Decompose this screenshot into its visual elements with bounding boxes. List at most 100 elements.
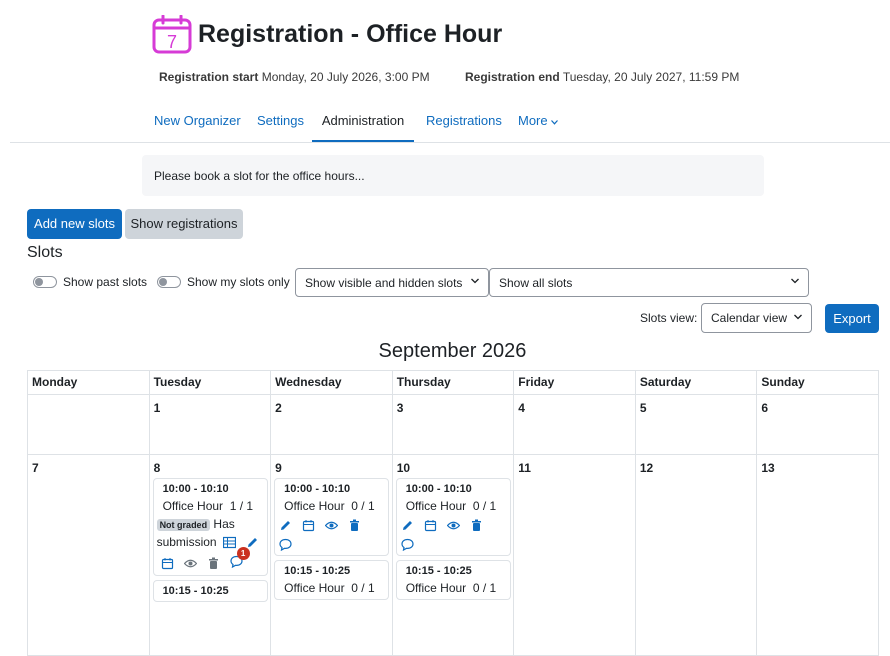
chevron-down-icon xyxy=(791,278,799,284)
tab-administration[interactable]: Administration xyxy=(312,104,414,142)
day-number: 11 xyxy=(518,461,531,475)
visibility-select[interactable]: Show visible and hidden slots xyxy=(295,268,489,297)
day-header-sunday: Sunday xyxy=(756,370,879,395)
not-graded-badge: Not graded xyxy=(156,519,211,531)
chevron-down-icon xyxy=(471,278,479,284)
slot-filter-select-value: Show all slots xyxy=(499,276,573,290)
calendar-header-row: Monday Tuesday Wednesday Thursday Friday… xyxy=(27,370,879,395)
calendar-day-cell: 12 xyxy=(634,454,758,656)
eye-icon[interactable] xyxy=(183,557,197,570)
slot-name: Office Hour xyxy=(284,581,345,595)
day-header-friday: Friday xyxy=(513,370,636,395)
slot-count: 0 / 1 xyxy=(472,499,497,513)
show-registrations-button[interactable]: Show registrations xyxy=(125,209,243,239)
calendar-table: Monday Tuesday Wednesday Thursday Friday… xyxy=(27,370,879,656)
slot-actions: 1 xyxy=(161,547,267,571)
slot-time: 10:00 - 10:10 xyxy=(405,483,472,495)
slot-info: Office Hour 0 / 1 xyxy=(284,499,388,513)
registration-end: Registration end Tuesday, 20 July 2027, … xyxy=(465,70,739,84)
edit-icon[interactable] xyxy=(401,519,414,532)
visibility-select-value: Show visible and hidden slots xyxy=(305,276,463,290)
tab-new-organizer[interactable]: New Organizer xyxy=(154,104,241,142)
slots-view-select-value: Calendar view xyxy=(711,311,788,325)
slot-info: Office Hour 1 / 1 xyxy=(163,499,267,513)
slot-grade: Not graded Has xyxy=(156,517,267,531)
slot-info: Office Hour 0 / 1 xyxy=(284,581,388,595)
registration-start: Registration start Monday, 20 July 2026,… xyxy=(159,70,430,84)
calendar-day-cell: 7 xyxy=(27,454,150,656)
show-my-slots-label: Show my slots only xyxy=(187,275,290,289)
eye-icon[interactable] xyxy=(446,519,460,532)
slot-name: Office Hour xyxy=(405,581,467,595)
slot-actions xyxy=(401,519,510,532)
day-number: 5 xyxy=(639,401,647,415)
slot-count: 0 / 1 xyxy=(351,499,375,513)
slot-time: 10:15 - 10:25 xyxy=(405,565,472,577)
submission-row: submission xyxy=(157,535,267,549)
comment-icon[interactable] xyxy=(279,538,292,551)
chevron-down-icon xyxy=(551,120,559,125)
calendar-week-row: 7 8 10:00 - 10:10 Office Hour 1 / 1 Not … xyxy=(27,454,879,656)
calendar-icon[interactable] xyxy=(424,519,437,532)
tabs-divider xyxy=(10,142,890,143)
registration-end-label: Registration end xyxy=(465,70,560,84)
edit-icon[interactable] xyxy=(246,536,259,549)
slot-card: 10:00 - 10:10 Office Hour 0 / 1 xyxy=(395,478,511,556)
day-number: 1 xyxy=(153,401,161,415)
export-button[interactable]: Export xyxy=(825,304,879,333)
slot-card: 10:00 - 10:10 Office Hour 1 / 1 Not grad… xyxy=(152,478,268,576)
slot-count: 0 / 1 xyxy=(351,581,375,595)
tab-registrations[interactable]: Registrations xyxy=(426,104,502,142)
comment-with-notification[interactable]: 1 xyxy=(229,547,250,571)
tab-settings[interactable]: Settings xyxy=(257,104,304,142)
slot-filter-select[interactable]: Show all slots xyxy=(489,268,809,297)
calendar-day-cell: 6 xyxy=(756,394,879,455)
slot-time: 10:15 - 10:25 xyxy=(162,585,229,597)
slot-info: Office Hour 0 / 1 xyxy=(406,581,510,595)
comment-icon[interactable] xyxy=(401,538,414,551)
slot-comment-row xyxy=(401,538,510,551)
submission-text-2: submission xyxy=(156,535,217,549)
calendar-day-cell: 5 xyxy=(634,394,758,455)
calendar-day-cell: 3 xyxy=(391,394,515,455)
slots-view-select[interactable]: Calendar view xyxy=(701,303,812,333)
calendar-icon[interactable] xyxy=(161,557,174,570)
day-number: 6 xyxy=(761,401,769,415)
calendar-day-cell: 4 xyxy=(513,394,636,455)
slot-actions xyxy=(279,519,388,532)
day-header-saturday: Saturday xyxy=(634,370,758,395)
day-header-tuesday: Tuesday xyxy=(148,370,272,395)
eye-icon[interactable] xyxy=(325,519,339,532)
trash-icon[interactable] xyxy=(207,557,220,570)
calendar-day-cell: 11 xyxy=(513,454,636,656)
registration-end-value: Tuesday, 20 July 2027, 11:59 PM xyxy=(562,70,740,84)
show-past-slots-toggle[interactable] xyxy=(33,276,57,288)
edit-icon[interactable] xyxy=(279,519,292,532)
day-number: 2 xyxy=(275,401,282,415)
calendar-day-cell: 9 10:00 - 10:10 Office Hour 0 / 1 10:15 … xyxy=(270,454,393,656)
tab-more-label: More xyxy=(518,113,548,128)
month-title: September 2026 xyxy=(378,340,527,362)
slot-name: Office Hour xyxy=(162,499,224,513)
trash-icon[interactable] xyxy=(470,519,483,532)
registration-start-label: Registration start xyxy=(159,70,259,84)
day-number: 3 xyxy=(396,401,404,415)
slot-card: 10:15 - 10:25 xyxy=(152,580,268,602)
intro-box: Please book a slot for the office hours.… xyxy=(142,155,764,196)
day-number: 12 xyxy=(639,461,654,475)
add-new-slots-button[interactable]: Add new slots xyxy=(27,209,122,239)
submission-text-1: Has xyxy=(213,517,235,531)
notification-badge: 1 xyxy=(236,547,250,560)
calendar-icon[interactable] xyxy=(302,519,315,532)
calendar-title-icon: 7 xyxy=(152,15,192,54)
calendar-day-cell: 2 xyxy=(270,394,393,455)
day-number: 8 xyxy=(153,461,161,475)
table-icon[interactable] xyxy=(222,536,236,549)
calendar-day-cell: 13 xyxy=(756,454,879,656)
trash-icon[interactable] xyxy=(348,519,361,532)
tab-more[interactable]: More xyxy=(518,104,559,142)
day-header-monday: Monday xyxy=(27,370,150,395)
secondary-navigation: New Organizer Settings Administration Re… xyxy=(0,104,890,142)
show-my-slots-toggle[interactable] xyxy=(157,276,181,288)
calendar-week-row: 1 2 3 4 5 6 xyxy=(27,394,879,455)
